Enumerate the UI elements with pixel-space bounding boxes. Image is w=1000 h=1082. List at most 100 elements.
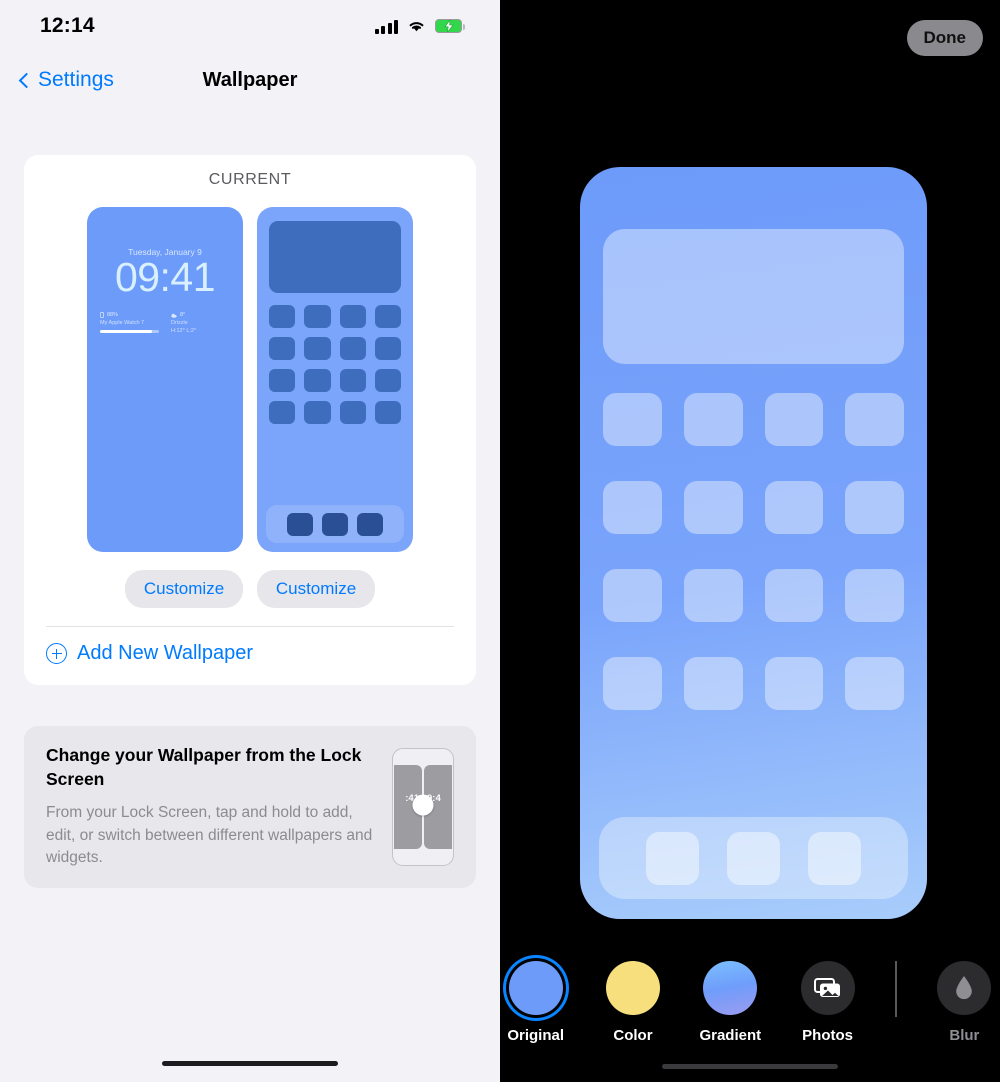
app-icon <box>269 401 296 424</box>
lock-screen-tip-card: Change your Wallpaper from the Lock Scre… <box>24 726 476 888</box>
settings-wallpaper-panel: 12:14 Settings Wallpaper CURRENT Tuesday… <box>0 0 500 1082</box>
dock-icon <box>357 512 383 536</box>
battery-widget: 88% My Apple Watch 7 <box>100 312 159 334</box>
weather-widget-range: H:12° L:2° <box>171 328 197 334</box>
app-icon <box>374 337 401 360</box>
add-new-wallpaper-button[interactable]: Add New Wallpaper <box>24 627 476 665</box>
style-option-original-label: Original <box>507 1027 564 1044</box>
tip-body: From your Lock Screen, tap and hold to a… <box>46 804 373 867</box>
app-icon <box>683 393 743 446</box>
watch-icon <box>100 312 104 318</box>
app-icon <box>339 305 366 328</box>
weather-widget: 8° Drizzle H:12° L:2° <box>171 312 230 334</box>
customize-home-screen-button[interactable]: Customize <box>257 570 375 608</box>
style-option-blur[interactable]: Blur <box>929 961 1000 1044</box>
app-icon <box>764 569 824 622</box>
battery-widget-device: My Apple Watch 7 <box>100 320 145 326</box>
done-button[interactable]: Done <box>906 20 983 56</box>
style-option-photos-label: Photos <box>802 1027 854 1044</box>
style-option-photos[interactable]: Photos <box>792 961 863 1044</box>
weather-widget-temp: 8° <box>180 312 186 318</box>
app-icon <box>304 337 331 360</box>
app-icon <box>374 401 401 424</box>
toolbar-divider <box>895 961 897 1017</box>
app-icon <box>339 401 366 424</box>
lock-screen-preview[interactable]: Tuesday, January 9 09:41 88% My Apple Wa… <box>87 207 243 552</box>
app-icon <box>269 337 296 360</box>
app-icon <box>683 569 743 622</box>
tip-title: Change your Wallpaper from the Lock Scre… <box>46 745 362 789</box>
app-screenshot: 12:14 Settings Wallpaper CURRENT Tuesday… <box>0 0 1000 1082</box>
lock-preview-time: 09:41 <box>114 254 216 300</box>
cellular-bars-icon <box>374 19 398 34</box>
battery-charging-icon <box>435 19 465 33</box>
wallpaper-style-toolbar: Original Color Gradient Photos Blur <box>500 961 1000 1044</box>
blur-droplet-icon <box>937 961 992 1015</box>
photos-stack-glyph <box>813 978 840 997</box>
wallpaper-preview[interactable] <box>580 167 927 919</box>
cloud-icon <box>171 313 177 318</box>
app-icon <box>764 657 824 710</box>
color-swatch-icon <box>605 961 660 1015</box>
customize-lock-screen-button[interactable]: Customize <box>125 570 243 608</box>
status-bar-time: 12:14 <box>40 14 95 37</box>
current-section-label: CURRENT <box>208 171 292 188</box>
app-icon <box>603 393 662 446</box>
chevron-left-icon <box>18 72 35 88</box>
add-new-wallpaper-label: Add New Wallpaper <box>77 642 254 664</box>
wifi-icon <box>409 22 424 32</box>
navigation-bar: Settings Wallpaper <box>0 52 500 108</box>
droplet-glyph <box>956 976 973 1000</box>
app-icon <box>845 481 904 534</box>
battery-widget-bar <box>100 330 159 333</box>
original-swatch-icon <box>508 961 563 1015</box>
preview-app-grid <box>603 393 904 710</box>
status-bar-icons <box>374 19 465 34</box>
weather-widget-condition: Drizzle <box>171 320 188 326</box>
app-icon <box>845 657 904 710</box>
back-button-label: Settings <box>38 68 114 91</box>
photos-icon <box>800 961 855 1015</box>
bolt-icon <box>443 20 454 32</box>
touch-dot-icon <box>412 794 434 816</box>
app-icon <box>269 305 296 328</box>
preview-widget-box <box>603 229 904 364</box>
app-icon <box>304 401 331 424</box>
app-icon <box>339 337 366 360</box>
app-icon <box>339 369 366 392</box>
app-icon <box>845 569 904 622</box>
home-indicator-dark <box>662 1064 838 1069</box>
style-option-color-label: Color <box>613 1027 653 1044</box>
app-icon <box>304 305 331 328</box>
app-icon <box>304 369 331 392</box>
home-preview-dock <box>266 505 404 543</box>
style-option-blur-label: Blur <box>949 1027 980 1044</box>
home-preview-app-grid <box>269 305 401 424</box>
tip-illustration: :41 9:4 <box>392 748 454 866</box>
wallpaper-previews: Tuesday, January 9 09:41 88% My Apple Wa… <box>24 207 476 552</box>
status-bar: 12:14 <box>0 0 500 52</box>
preview-dock <box>599 817 908 899</box>
app-icon <box>269 369 296 392</box>
dock-icon <box>287 512 313 536</box>
dock-icon <box>322 512 348 536</box>
style-option-color[interactable]: Color <box>597 961 668 1044</box>
style-option-gradient[interactable]: Gradient <box>695 961 766 1044</box>
app-icon <box>603 657 662 710</box>
battery-widget-header: 88% <box>100 312 159 318</box>
app-icon <box>603 481 662 534</box>
home-preview-widget <box>269 221 401 293</box>
customize-buttons-row: Customize Customize <box>24 570 476 608</box>
gradient-swatch-icon <box>703 961 758 1015</box>
tip-text-block: Change your Wallpaper from the Lock Scre… <box>46 744 392 870</box>
app-icon <box>683 657 743 710</box>
home-indicator <box>162 1061 338 1066</box>
app-icon <box>764 393 824 446</box>
home-screen-preview[interactable] <box>257 207 413 552</box>
app-icon <box>603 569 662 622</box>
weather-widget-header: 8° <box>171 312 230 318</box>
app-icon <box>845 393 904 446</box>
lock-preview-widgets: 88% My Apple Watch 7 8° Drizzle H:12° L:… <box>100 312 230 334</box>
back-button[interactable]: Settings <box>18 68 114 92</box>
style-option-original[interactable]: Original <box>500 961 571 1044</box>
